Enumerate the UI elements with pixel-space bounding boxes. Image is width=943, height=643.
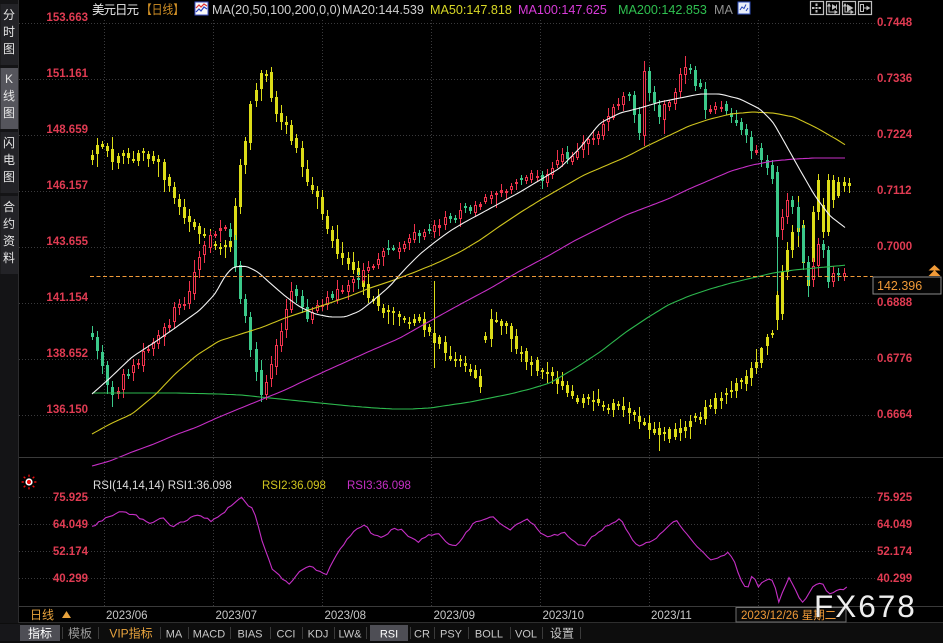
- svg-text:MA50:147.818: MA50:147.818: [430, 3, 512, 17]
- svg-text:图: 图: [3, 106, 15, 120]
- svg-text:MA: MA: [714, 3, 733, 17]
- svg-text:设置: 设置: [550, 627, 574, 641]
- svg-text:2023/07: 2023/07: [216, 610, 258, 622]
- svg-text:约: 约: [3, 216, 15, 231]
- svg-text:0.6888: 0.6888: [877, 297, 913, 309]
- svg-text:64.049: 64.049: [53, 519, 88, 531]
- svg-text:KDJ: KDJ: [308, 629, 329, 641]
- svg-text:153.663: 153.663: [46, 12, 88, 24]
- svg-text:闪: 闪: [3, 136, 15, 150]
- svg-text:2023/11: 2023/11: [651, 610, 692, 622]
- svg-text:40.299: 40.299: [53, 573, 88, 585]
- svg-text:52.174: 52.174: [877, 546, 913, 558]
- svg-text:2023/06: 2023/06: [106, 610, 148, 622]
- svg-text:料: 料: [3, 251, 15, 265]
- svg-text:148.659: 148.659: [46, 124, 88, 136]
- svg-text:合: 合: [3, 199, 15, 214]
- svg-text:151.161: 151.161: [46, 68, 88, 80]
- svg-text:VIP指标: VIP指标: [109, 626, 152, 641]
- svg-text:VOL: VOL: [515, 629, 537, 641]
- svg-text:2023/10: 2023/10: [543, 610, 585, 622]
- svg-text:0.6776: 0.6776: [877, 353, 912, 365]
- svg-text:75.925: 75.925: [877, 492, 913, 504]
- svg-text:【日线】: 【日线】: [141, 3, 184, 17]
- svg-text:分: 分: [3, 8, 15, 22]
- svg-text:142.396: 142.396: [877, 279, 922, 293]
- svg-text:52.174: 52.174: [53, 546, 89, 558]
- svg-text:75.925: 75.925: [53, 492, 89, 504]
- svg-text:资: 资: [3, 234, 15, 248]
- svg-text:141.154: 141.154: [46, 292, 88, 304]
- svg-text:时: 时: [3, 25, 15, 39]
- svg-text:指标: 指标: [28, 626, 52, 641]
- svg-text:美元日元: 美元日元: [92, 3, 139, 17]
- svg-text:0.7000: 0.7000: [877, 241, 912, 253]
- svg-text:MA20:144.539: MA20:144.539: [342, 3, 424, 17]
- svg-text:40.299: 40.299: [877, 573, 912, 585]
- svg-text:2023/09: 2023/09: [434, 610, 476, 622]
- svg-text:BOLL: BOLL: [475, 629, 503, 641]
- svg-text:0.7224: 0.7224: [877, 129, 913, 141]
- svg-text:FX678: FX678: [814, 588, 917, 624]
- svg-text:电: 电: [3, 153, 15, 167]
- svg-text:MA100:147.625: MA100:147.625: [518, 3, 607, 17]
- svg-text:CR: CR: [414, 629, 430, 641]
- svg-text:日线: 日线: [30, 608, 54, 622]
- svg-text:MA(20,50,100,200,0,0): MA(20,50,100,200,0,0): [212, 3, 341, 17]
- svg-text:RSI(14,14,14) RSI1:36.098: RSI(14,14,14) RSI1:36.098: [93, 480, 232, 492]
- svg-text:CCI: CCI: [277, 629, 296, 641]
- svg-text:136.150: 136.150: [46, 404, 88, 416]
- svg-text:64.049: 64.049: [877, 519, 912, 531]
- svg-text:图: 图: [3, 42, 15, 56]
- svg-text:PSY: PSY: [440, 629, 463, 641]
- svg-text:2023/08: 2023/08: [325, 610, 367, 622]
- svg-text:模板: 模板: [68, 627, 92, 641]
- svg-text:RSI2:36.098: RSI2:36.098: [262, 480, 326, 492]
- svg-text:图: 图: [3, 170, 15, 184]
- svg-text:146.157: 146.157: [46, 180, 88, 192]
- svg-text:RSI: RSI: [380, 629, 398, 641]
- svg-text:143.655: 143.655: [46, 236, 88, 248]
- svg-text:MA: MA: [166, 629, 183, 641]
- svg-text:0.7448: 0.7448: [877, 17, 913, 29]
- svg-text:K: K: [5, 72, 13, 86]
- svg-text:BIAS: BIAS: [237, 629, 262, 641]
- svg-text:0.7112: 0.7112: [877, 185, 912, 197]
- svg-text:138.652: 138.652: [46, 348, 88, 360]
- svg-text:RSI3:36.098: RSI3:36.098: [347, 480, 411, 492]
- svg-text:MACD: MACD: [193, 629, 225, 641]
- svg-text:0.6664: 0.6664: [877, 409, 913, 421]
- svg-text:MA200:142.853: MA200:142.853: [618, 3, 707, 17]
- svg-text:0.7336: 0.7336: [877, 73, 912, 85]
- svg-text:LW&: LW&: [338, 629, 362, 641]
- svg-text:线: 线: [3, 89, 15, 103]
